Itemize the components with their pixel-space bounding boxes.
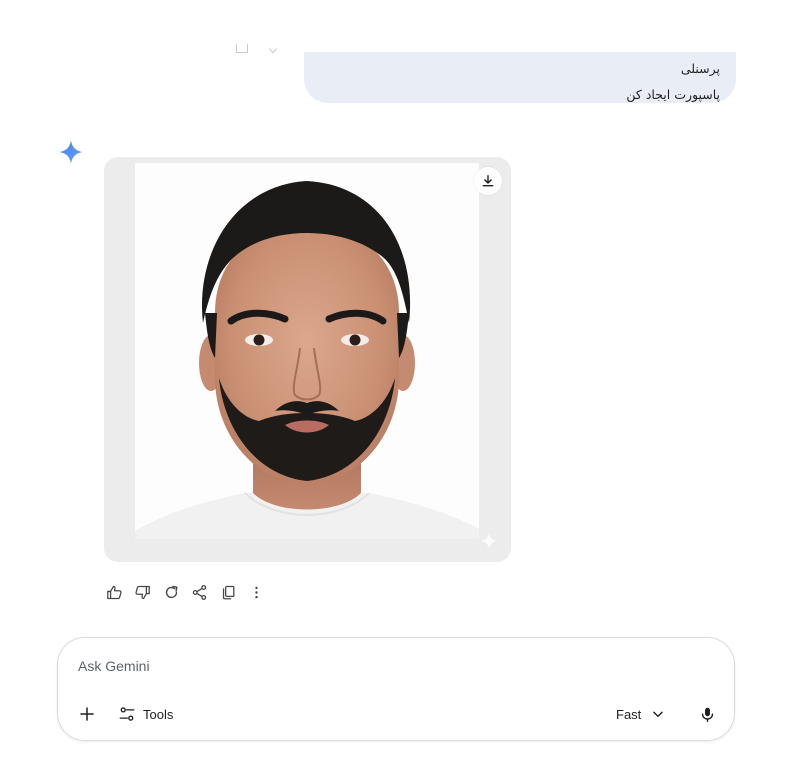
microphone-button[interactable]: [694, 701, 720, 727]
chevron-down-icon: [653, 711, 664, 718]
tools-button[interactable]: Tools: [118, 701, 173, 727]
watermark-spark-icon: [480, 532, 498, 550]
download-button[interactable]: [474, 167, 502, 195]
tools-icon: [119, 707, 135, 721]
user-message-line-2: پاسپورت ایجاد کن: [626, 87, 720, 102]
scroll-clip: [0, 0, 800, 52]
add-attachment-button[interactable]: [74, 701, 100, 727]
gemini-chat-page: یک عکس پرسنلی از این تصویر برای پاسپورت …: [0, 0, 800, 757]
mode-label: Fast: [616, 706, 642, 722]
edit-icon[interactable]: [236, 44, 248, 53]
model-mode-selector[interactable]: Fast: [616, 701, 665, 727]
share-button[interactable]: [186, 580, 215, 604]
copy-icon: [222, 585, 235, 599]
redo-icon: [165, 585, 178, 598]
response-actions: [100, 580, 271, 604]
generated-image-card: [104, 157, 511, 562]
download-icon: [482, 175, 494, 187]
generated-portrait-image[interactable]: [135, 163, 479, 539]
plus-icon: [80, 707, 94, 721]
thumbs-down-icon: [135, 585, 151, 599]
prompt-input-box: Tools Fast: [57, 637, 735, 741]
redo-button[interactable]: [157, 580, 186, 604]
more-options-button[interactable]: [243, 580, 272, 604]
thumbs-down-button[interactable]: [129, 580, 158, 604]
microphone-icon: [701, 707, 713, 722]
gemini-spark-icon: [59, 140, 83, 164]
user-message-row: یک عکس پرسنلی از این تصویر برای پاسپورت …: [0, 0, 800, 110]
copy-button[interactable]: [214, 580, 243, 604]
thumbs-up-icon: [106, 585, 122, 599]
more-vert-icon: [255, 586, 258, 598]
ask-gemini-input[interactable]: [78, 655, 638, 677]
share-icon: [193, 584, 207, 600]
thumbs-up-button[interactable]: [100, 580, 129, 604]
tools-label: Tools: [143, 706, 174, 722]
